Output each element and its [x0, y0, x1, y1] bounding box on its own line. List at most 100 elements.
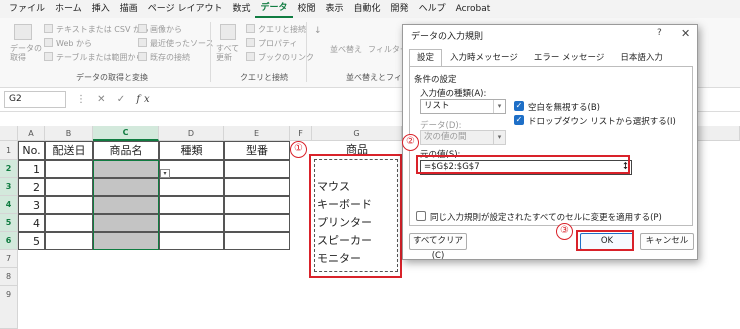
web-icon — [44, 38, 53, 47]
model-cell[interactable] — [224, 214, 290, 232]
date-cell[interactable] — [45, 160, 93, 178]
cancel-button[interactable]: キャンセル — [640, 233, 694, 250]
column-header-d[interactable]: D — [159, 126, 224, 141]
menu-page-layout[interactable]: ページ レイアウト — [143, 0, 228, 18]
properties-button[interactable]: プロパティ — [258, 38, 298, 49]
apply-all-checkbox[interactable] — [416, 211, 426, 221]
menu-developer[interactable]: 開発 — [386, 0, 414, 18]
allow-select[interactable]: リスト ▾ — [420, 99, 506, 114]
no-cell[interactable]: 1 — [18, 160, 45, 178]
column-header-c[interactable]: C — [93, 126, 159, 141]
column-header-f[interactable]: F — [290, 126, 312, 141]
model-cell[interactable] — [224, 160, 290, 178]
header-product-name[interactable]: 商品名 — [93, 141, 159, 160]
row-header-1[interactable]: 1 — [0, 141, 18, 160]
type-cell[interactable] — [159, 178, 224, 196]
queries-icon — [246, 24, 255, 33]
model-cell[interactable] — [224, 232, 290, 250]
menu-data[interactable]: データ — [255, 1, 293, 18]
existing-connections-button[interactable]: 既存の接続 — [150, 52, 190, 63]
row-header-9[interactable]: 9 — [0, 286, 18, 329]
no-cell[interactable]: 3 — [18, 196, 45, 214]
row-header-7[interactable]: 7 — [0, 250, 18, 268]
header-date[interactable]: 配送日 — [45, 141, 93, 160]
menu-automate[interactable]: 自動化 — [349, 0, 386, 18]
text-csv-icon — [44, 24, 53, 33]
date-cell[interactable] — [45, 196, 93, 214]
data-value: 次の値の間 — [424, 132, 467, 142]
clear-all-button[interactable]: すべてクリア(C) — [409, 233, 467, 261]
group-label-get-transform: データの取得と変換 — [76, 73, 148, 82]
menu-file[interactable]: ファイル — [4, 0, 50, 18]
date-cell[interactable] — [45, 178, 93, 196]
ignore-blank-checkbox[interactable]: ✓ — [514, 101, 524, 111]
tab-input-message[interactable]: 入力時メッセージ — [442, 49, 526, 67]
queries-connections-button[interactable]: クエリと接続 — [258, 24, 306, 35]
model-cell[interactable] — [224, 196, 290, 214]
row-header-2[interactable]: 2 — [0, 160, 18, 178]
name-box[interactable]: G2 — [4, 91, 66, 108]
recent-sources-icon — [138, 38, 147, 47]
row-header-3[interactable]: 3 — [0, 178, 18, 196]
menu-insert[interactable]: 挿入 — [87, 0, 115, 18]
help-icon[interactable]: ? — [657, 28, 662, 38]
close-icon[interactable]: ✕ — [681, 27, 690, 40]
recent-sources-button[interactable]: 最近使ったソース — [150, 38, 214, 49]
type-cell[interactable] — [159, 214, 224, 232]
no-cell[interactable]: 5 — [18, 232, 45, 250]
dropdown-checkbox[interactable]: ✓ — [514, 115, 524, 125]
sort-button[interactable]: 並べ替え — [330, 44, 362, 55]
from-image-button[interactable]: 画像から — [150, 24, 182, 35]
from-table-button[interactable]: テーブルまたは範囲から — [56, 52, 144, 63]
edit-links-icon — [246, 52, 255, 61]
cell-dropdown-arrow[interactable]: ▾ — [160, 169, 170, 178]
dropdown-label: ドロップダウン リストから選択する(I) — [528, 117, 676, 127]
allow-label: 入力値の種類(A): — [420, 89, 487, 99]
ok-highlight-box — [576, 230, 634, 251]
settings-panel: 条件の設定 入力値の種類(A): リスト ▾ ✓ 空白を無視する(B) ✓ ドロ… — [409, 66, 693, 226]
menu-review[interactable]: 校閲 — [293, 0, 321, 18]
header-no[interactable]: No. — [18, 141, 45, 160]
refresh-all-button[interactable]: すべて 更新 — [216, 44, 239, 62]
menu-formulas[interactable]: 数式 — [227, 0, 255, 18]
column-header-g[interactable]: G — [312, 126, 402, 141]
from-web-button[interactable]: Web から — [56, 38, 92, 49]
tab-settings[interactable]: 設定 — [409, 49, 443, 67]
date-cell[interactable] — [45, 214, 93, 232]
tab-error-message[interactable]: エラー メッセージ — [526, 49, 613, 67]
table-icon — [44, 52, 53, 61]
date-cell[interactable] — [45, 232, 93, 250]
get-data-button[interactable]: データの 取得 — [10, 44, 42, 62]
sort-az-icon[interactable]: ↓ — [314, 26, 322, 36]
no-cell[interactable]: 2 — [18, 178, 45, 196]
menu-draw[interactable]: 描画 — [115, 0, 143, 18]
row-header-5[interactable]: 5 — [0, 214, 18, 232]
annotation-2: ② — [402, 134, 419, 151]
ribbon-separator — [306, 22, 307, 82]
row-header-4[interactable]: 4 — [0, 196, 18, 214]
type-cell[interactable] — [159, 196, 224, 214]
menu-view[interactable]: 表示 — [321, 0, 349, 18]
header-model[interactable]: 型番 — [224, 141, 290, 160]
header-type[interactable]: 種類 — [159, 141, 224, 160]
from-text-csv-button[interactable]: テキストまたは CSV から — [56, 24, 149, 35]
column-header-e[interactable]: E — [224, 126, 290, 141]
select-all-corner[interactable] — [0, 126, 18, 141]
column-header-a[interactable]: A — [18, 126, 45, 141]
ribbon-separator — [210, 22, 211, 82]
menu-help[interactable]: ヘルプ — [414, 0, 451, 18]
tab-ime[interactable]: 日本語入力 — [612, 49, 671, 67]
model-cell[interactable] — [224, 178, 290, 196]
column-header-b[interactable]: B — [45, 126, 93, 141]
type-cell[interactable] — [159, 232, 224, 250]
menu-home[interactable]: ホーム — [50, 0, 87, 18]
menu-acrobat[interactable]: Acrobat — [451, 0, 496, 18]
menu-bar: ファイル ホーム 挿入 描画 ページ レイアウト 数式 データ 校閲 表示 自動… — [0, 0, 740, 18]
row-header-8[interactable]: 8 — [0, 268, 18, 286]
criteria-label: 条件の設定 — [414, 75, 457, 85]
get-data-icon — [14, 24, 32, 40]
data-select: 次の値の間 ▾ — [420, 130, 506, 145]
formula-icons[interactable]: ⋮ ✕ ✓ — [76, 94, 129, 105]
no-cell[interactable]: 4 — [18, 214, 45, 232]
row-header-6[interactable]: 6 — [0, 232, 18, 250]
